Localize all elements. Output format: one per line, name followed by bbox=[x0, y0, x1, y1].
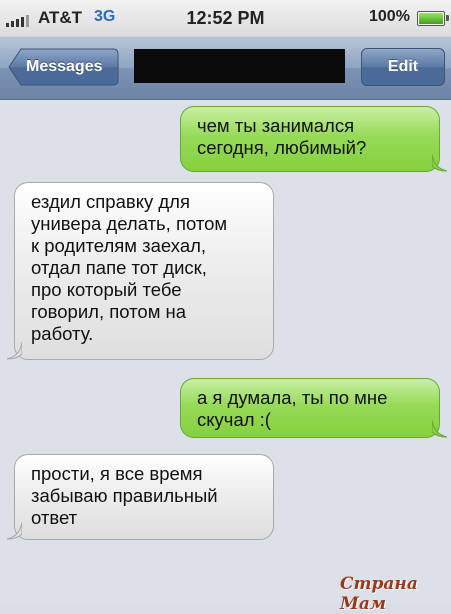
edit-button[interactable]: Edit bbox=[361, 48, 445, 86]
bubble-tail-right bbox=[432, 154, 448, 172]
bubble-tail-left bbox=[6, 342, 22, 360]
message-text: прости, я все время забываю правильный о… bbox=[31, 463, 218, 528]
watermark-logo: Страна Мам bbox=[340, 574, 418, 614]
message-thread[interactable]: чем ты занимался сегодня, любимый? ездил… bbox=[0, 98, 451, 604]
message-text: ездил справку для универа делать, потом … bbox=[31, 191, 228, 344]
bubble-tail-left bbox=[6, 522, 22, 540]
message-text: а я думала, ты по мне скучал :( bbox=[197, 387, 388, 430]
sent-message-bubble: а я думала, ты по мне скучал :( bbox=[180, 378, 448, 438]
received-message-bubble: ездил справку для универа делать, потом … bbox=[6, 182, 274, 360]
back-button-label: Messages bbox=[26, 58, 103, 75]
phone-screen: AT&T 3G 12:52 PM 100% Messages Edit чем … bbox=[0, 0, 451, 614]
battery-icon bbox=[417, 11, 449, 26]
received-message-bubble: прости, я все время забываю правильный о… bbox=[6, 454, 274, 540]
bubble-tail-right bbox=[432, 420, 448, 438]
battery-percentage: 100% bbox=[369, 8, 410, 25]
contact-name-redacted bbox=[134, 49, 345, 83]
navigation-bar: Messages Edit bbox=[0, 36, 451, 100]
status-bar: AT&T 3G 12:52 PM 100% bbox=[0, 0, 451, 36]
message-text: чем ты занимался сегодня, любимый? bbox=[197, 115, 367, 158]
sent-message-bubble: чем ты занимался сегодня, любимый? bbox=[180, 106, 448, 172]
messages-back-button[interactable]: Messages bbox=[8, 48, 119, 86]
